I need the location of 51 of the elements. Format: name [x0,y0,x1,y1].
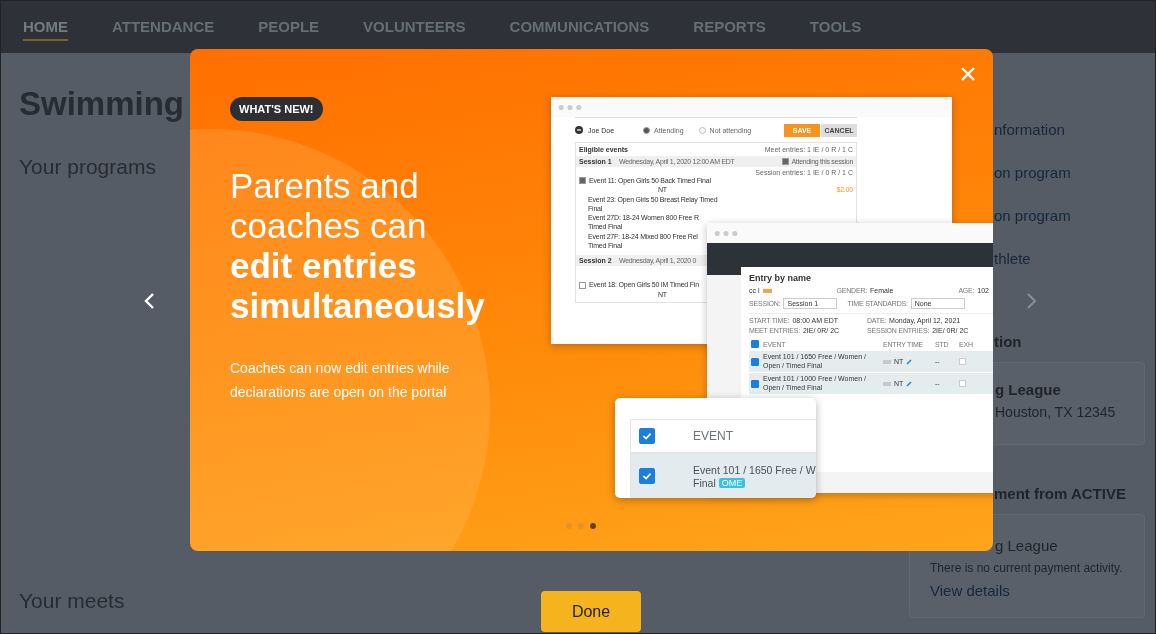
close-icon[interactable] [960,66,976,82]
league-name: g League [994,537,1058,554]
checkbox[interactable] [751,357,759,366]
nav-tab[interactable]: PEOPLE [258,13,320,41]
checkbox[interactable] [959,380,966,387]
nav-tab[interactable]: REPORTS [693,13,766,41]
checkbox[interactable] [781,158,789,165]
status-tag [883,359,891,364]
event-name: Event 101 / 1650 Free / W [693,463,816,476]
modal-description: Coaches can now edit entries while declarations are open on the portal [230,359,451,402]
status-tag [883,381,891,386]
league-name: g League [995,381,1061,398]
checkbox[interactable] [579,177,586,185]
radio-button[interactable] [698,126,706,134]
payment-status: There is no current payment activity. [930,561,1123,575]
done-button[interactable]: Done [541,591,641,632]
nav-tab[interactable]: TOOLS [809,13,862,41]
event-name: Final [693,476,716,489]
slide-dot[interactable] [590,523,596,529]
sidebar-link[interactable]: on program [994,162,1071,183]
whats-new-badge: WHAT'S NEW! [230,97,323,121]
league-address: Houston, TX 12345 [995,404,1116,420]
sidebar-link[interactable]: on program [994,205,1071,226]
sidebar-link[interactable]: nformation [994,119,1065,140]
previous-slide-icon[interactable] [143,292,155,310]
event-tag: OME [718,477,746,488]
view-details-link[interactable]: View details [930,582,1010,599]
radio-button[interactable] [643,126,650,134]
nav-tab[interactable]: ATTENDANCE [112,13,215,41]
nav-tab[interactable]: VOLUNTEERS [363,13,466,41]
section-heading: tion [994,333,1023,350]
checkbox[interactable] [751,340,759,348]
checkbox[interactable] [639,428,655,444]
section-heading: ment from ACTIVE [994,485,1127,502]
next-slide-icon[interactable] [1026,292,1038,310]
nav-tab[interactable]: COMMUNICATIONS [509,13,650,41]
minus-circle-icon [575,126,583,134]
window-dots-icon [714,229,738,237]
window-dots-icon [558,103,582,111]
status-tag [762,288,772,293]
checkbox[interactable] [959,358,966,365]
nav-tab[interactable]: HOME [23,13,68,41]
checkbox[interactable] [579,281,586,289]
sidebar-link[interactable]: thlete [994,248,1031,269]
checkbox[interactable] [639,468,655,484]
dialog-title: Entry by name [749,273,813,283]
column-header: EVENT [693,429,733,443]
modal-headline: Parents and coaches can edit entries simultaneously [230,166,486,326]
pencil-icon[interactable] [906,380,913,387]
pencil-icon[interactable] [906,358,913,365]
checkbox[interactable] [751,379,759,388]
